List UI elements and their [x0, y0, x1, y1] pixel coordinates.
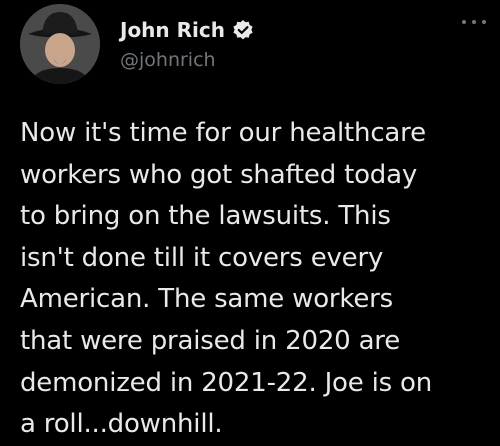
tweet-line: isn't done till it covers every	[20, 242, 384, 273]
dot	[482, 20, 486, 24]
tweet-card: John Rich @johnrich Now it's time for ou…	[0, 0, 500, 443]
avatar[interactable]	[20, 4, 100, 84]
dot	[462, 20, 466, 24]
tweet-text: Now it's time for our healthcare workers…	[20, 113, 490, 446]
tweet-line: American. The same workers	[20, 284, 393, 315]
tweet-line: to bring on the lawsuits. This	[20, 201, 391, 232]
display-name[interactable]: John Rich	[120, 18, 225, 42]
tweet-header: John Rich @johnrich	[20, 4, 490, 86]
tweet-line: that were praised in 2020 are	[20, 325, 401, 356]
dot	[472, 20, 476, 24]
tweet-line: a roll...downhill.	[20, 409, 223, 440]
tweet-line: workers who got shafted today	[20, 159, 418, 190]
tweet-line: Now it's time for our healthcare	[20, 118, 426, 148]
avatar-image	[20, 4, 100, 84]
user-handle[interactable]: @johnrich	[120, 48, 216, 72]
more-horizontal-icon[interactable]	[462, 14, 486, 30]
verified-badge-icon	[232, 19, 254, 41]
tweet-line: demonized in 2021-22. Joe is on	[20, 367, 433, 398]
name-row: John Rich	[120, 18, 254, 42]
